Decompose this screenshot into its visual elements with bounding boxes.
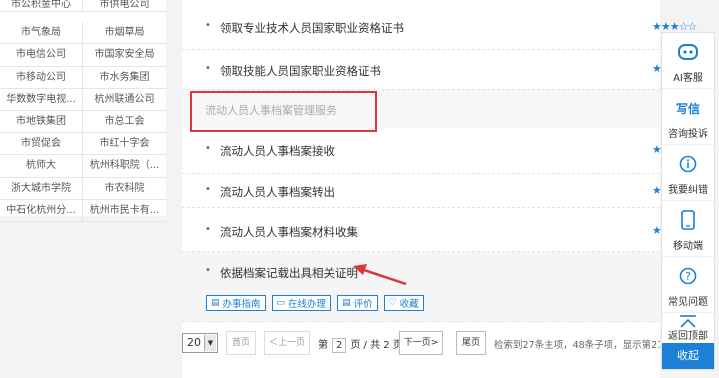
back-to-top-label: 返回顶部 — [668, 331, 708, 342]
org-link[interactable]: 市国家安全局 — [83, 44, 166, 67]
bullet-icon: • — [205, 20, 211, 31]
annotation-arrow-icon — [353, 264, 407, 286]
clipboard-icon: ▤ — [342, 298, 351, 308]
org-link-grid: 市公积金中心 市供电公司 市气象局 市烟草局 市电信公司 市国家安全局 市移动公… — [0, 0, 166, 222]
bullet-icon: • — [205, 224, 211, 235]
org-link[interactable]: 杭州科职院（... — [83, 155, 166, 178]
mobile-button[interactable]: 移动端 — [662, 201, 714, 257]
collapse-button[interactable]: 收起 — [662, 343, 714, 369]
org-link[interactable]: 市红十字会 — [83, 133, 166, 156]
org-link[interactable]: 中石化杭州分... — [0, 199, 83, 222]
ai-service-label: AI客服 — [673, 73, 703, 84]
consult-label: 咨询投诉 — [668, 129, 708, 140]
result-summary: 检索到27条主项，48条子项，显示第21条- — [494, 340, 660, 351]
document-icon: ▤ — [211, 298, 220, 308]
total-pages: 2 — [383, 340, 390, 351]
next-page-button[interactable]: 下一页> — [399, 331, 443, 355]
org-link[interactable]: 杭州联通公司 — [83, 89, 166, 111]
highlight-box — [190, 91, 377, 132]
pagination: 20 ▼ 首页 ＜上一页 第 2 页 / 共 2 页 下一页> 尾页 检索到27… — [182, 330, 660, 356]
floating-sidebar: AI客服 写信 咨询投诉 我要纠错 移动端 ? 常见问题 返回顶部 收起 — [661, 32, 715, 370]
faq-button[interactable]: ? 常见问题 — [662, 257, 714, 313]
bullet-icon: • — [205, 184, 211, 195]
service-item: • 流动人员人事档案材料收集 ★ — [182, 208, 662, 252]
page-indicator: 第 2 页 / 共 2 页 — [318, 336, 403, 353]
favorite-button-label: 收藏 — [399, 299, 419, 310]
bullet-icon: • — [205, 265, 211, 276]
org-link[interactable]: 杭州市民卡有... — [83, 200, 166, 222]
info-icon — [662, 153, 714, 175]
service-item: • 流动人员人事档案接收 ★ — [182, 128, 662, 174]
service-item-expanded: • 依据档案记载出具相关证明 ▤ 办事指南 ▭ 在线办理 ▤ 评价 ♡ 收藏 — [182, 252, 660, 322]
ai-service-button[interactable]: AI客服 — [662, 33, 714, 89]
service-item: • 流动人员人事档案转出 ★ — [182, 174, 662, 208]
org-link[interactable]: 市总工会 — [83, 111, 166, 134]
service-title-link[interactable]: 流动人员人事档案转出 — [220, 184, 335, 200]
heart-icon: ♡ — [388, 298, 397, 308]
letter-icon: 写信 — [675, 101, 700, 116]
first-page-button[interactable]: 首页 — [226, 331, 256, 355]
org-link[interactable]: 市供电公司 — [83, 0, 166, 12]
service-item: • 领取专业技术人员国家职业资格证书 ★★★☆☆ — [182, 0, 697, 50]
org-link[interactable]: 市移动公司 — [0, 66, 83, 89]
online-button[interactable]: ▭ 在线办理 — [271, 295, 332, 311]
org-link[interactable]: 华数数字电视... — [0, 88, 83, 111]
service-title-link[interactable]: 流动人员人事档案接收 — [220, 143, 335, 159]
last-page-button[interactable]: 尾页 — [456, 331, 486, 355]
svg-text:?: ? — [685, 270, 691, 283]
page: 市公积金中心 市供电公司 市气象局 市烟草局 市电信公司 市国家安全局 市移动公… — [0, 0, 719, 378]
chevron-down-icon: ▼ — [204, 335, 216, 351]
guide-button[interactable]: ▤ 办事指南 — [206, 295, 266, 311]
service-actions: ▤ 办事指南 ▭ 在线办理 ▤ 评价 ♡ 收藏 — [206, 295, 424, 311]
robot-icon — [662, 41, 714, 63]
org-link[interactable]: 市电信公司 — [0, 44, 83, 67]
back-to-top-button[interactable]: 返回顶部 — [662, 313, 714, 345]
org-link[interactable]: 市地铁集团 — [0, 110, 83, 134]
org-link[interactable]: 市公积金中心 — [0, 0, 83, 12]
page-prefix: 第 — [318, 340, 328, 351]
section-header: 流动人员人事档案管理服务 — [182, 90, 660, 132]
correction-label: 我要纠错 — [668, 185, 708, 196]
org-link[interactable]: 市水务集团 — [83, 67, 166, 89]
service-list-panel: • 领取专业技术人员国家职业资格证书 ★★★☆☆ • 领取技能人员国家职业资格证… — [182, 0, 697, 378]
org-link[interactable]: 浙大城市学院 — [0, 177, 83, 200]
mobile-label: 移动端 — [673, 241, 703, 252]
faq-label: 常见问题 — [668, 297, 708, 308]
rate-button[interactable]: ▤ 评价 — [337, 295, 378, 311]
rate-button-label: 评价 — [353, 299, 373, 310]
question-icon: ? — [662, 265, 714, 287]
org-link[interactable]: 市农科院 — [83, 178, 166, 200]
guide-button-label: 办事指南 — [222, 299, 261, 310]
service-title-link[interactable]: 依据档案记载出具相关证明 — [220, 265, 358, 281]
org-link[interactable]: 市气象局 — [0, 22, 83, 45]
online-button-label: 在线办理 — [288, 299, 327, 310]
service-title-link[interactable]: 领取技能人员国家职业资格证书 — [220, 63, 381, 79]
service-title-link[interactable]: 领取专业技术人员国家职业资格证书 — [220, 20, 404, 36]
org-link[interactable]: 市贸促会 — [0, 133, 83, 156]
current-page-input[interactable]: 2 — [332, 338, 347, 353]
page-size-select[interactable]: 20 ▼ — [182, 333, 218, 353]
computer-icon: ▭ — [276, 298, 286, 308]
favorite-button[interactable]: ♡ 收藏 — [383, 295, 424, 311]
prev-page-button[interactable]: ＜上一页 — [264, 331, 310, 355]
service-item: • 领取技能人员国家职业资格证书 ★ — [182, 50, 662, 90]
org-link[interactable]: 市烟草局 — [83, 22, 166, 45]
bullet-icon: • — [205, 143, 211, 154]
phone-icon — [662, 209, 714, 231]
consult-button[interactable]: 写信 咨询投诉 — [662, 89, 714, 145]
bullet-icon: • — [205, 63, 211, 74]
org-link[interactable]: 杭师大 — [0, 155, 83, 178]
page-size-value: 20 — [187, 336, 201, 349]
page-middle: 页 / 共 — [350, 340, 381, 351]
service-title-link[interactable]: 流动人员人事档案材料收集 — [220, 224, 358, 240]
correction-button[interactable]: 我要纠错 — [662, 145, 714, 201]
